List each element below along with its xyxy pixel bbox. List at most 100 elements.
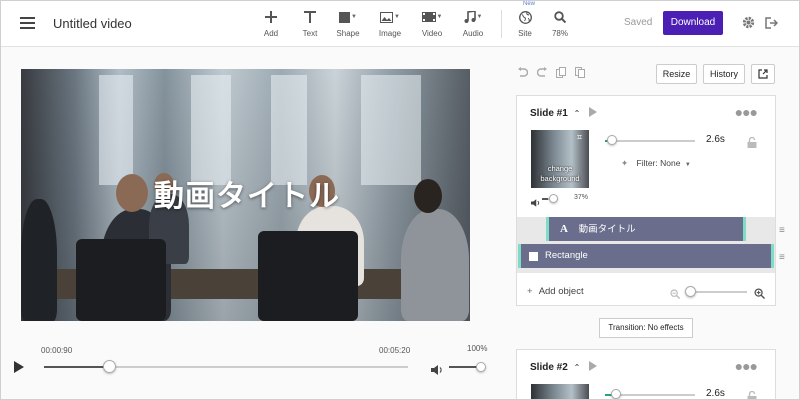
thumb-label-line1: change bbox=[547, 164, 573, 173]
gear-icon[interactable] bbox=[742, 16, 755, 34]
add-object-row: + Add object bbox=[517, 277, 775, 305]
person-figure bbox=[21, 199, 57, 321]
play-slide-icon[interactable] bbox=[589, 361, 598, 371]
office-chair bbox=[76, 239, 166, 321]
more-options-icon[interactable]: ●●● bbox=[735, 104, 758, 120]
slide-card-1[interactable]: Slide #1 ⌃ ●●● ⌗ change background 2.6s … bbox=[516, 95, 776, 306]
zoom-out-icon[interactable] bbox=[670, 286, 681, 304]
video-icon: ▼ bbox=[410, 9, 454, 25]
layer-zoom-handle[interactable] bbox=[685, 286, 696, 297]
slide-title-text: Slide #2 bbox=[530, 362, 568, 373]
slide-duration: 2.6s bbox=[706, 134, 725, 145]
layer-rectangle[interactable]: Rectangle bbox=[518, 244, 774, 268]
zoom-tool[interactable]: 78% bbox=[538, 9, 582, 38]
copy-icon[interactable] bbox=[556, 67, 566, 81]
office-chair bbox=[258, 231, 358, 321]
slide-volume-handle[interactable] bbox=[549, 194, 559, 203]
timeline-scrubber[interactable] bbox=[44, 366, 408, 368]
checkbox-icon[interactable] bbox=[529, 252, 538, 261]
duration-handle[interactable] bbox=[611, 389, 621, 399]
chevron-up-icon[interactable]: ⌃ bbox=[574, 363, 581, 372]
lock-icon[interactable] bbox=[747, 389, 757, 399]
crop-icon[interactable]: ⌗ bbox=[577, 132, 582, 143]
top-toolbar: Untitled video Add Text ▼ Shape ▼ Image … bbox=[1, 1, 799, 47]
history-button[interactable]: History bbox=[703, 64, 745, 84]
video-preview[interactable]: 動画タイトル bbox=[21, 69, 470, 321]
add-tool-label: Add bbox=[263, 29, 279, 38]
play-slide-icon[interactable] bbox=[589, 107, 598, 117]
add-tool[interactable]: Add bbox=[249, 9, 293, 38]
audio-tool[interactable]: ▼ Audio bbox=[451, 9, 495, 38]
layer-label: 動画タイトル bbox=[578, 224, 636, 235]
shape-tool-label: Shape bbox=[336, 29, 360, 38]
slide-volume-fill bbox=[542, 198, 548, 200]
drag-handle-icon[interactable]: ≡ bbox=[779, 252, 785, 263]
resize-button[interactable]: Resize bbox=[656, 64, 697, 84]
person-head bbox=[116, 174, 148, 212]
speaker-icon[interactable] bbox=[431, 362, 443, 380]
layer-accent bbox=[771, 244, 774, 268]
zoom-in-icon[interactable] bbox=[754, 286, 766, 304]
download-button[interactable]: Download bbox=[663, 11, 723, 35]
plus-icon bbox=[249, 9, 293, 25]
slide-volume-percent: 37% bbox=[574, 194, 589, 201]
text-tool-label: Text bbox=[302, 29, 318, 38]
site-tool-label: Site bbox=[518, 29, 532, 38]
exit-icon[interactable] bbox=[765, 16, 779, 34]
slide-card-2[interactable]: Slide #2 ⌃ ●●● 2.6s bbox=[516, 349, 776, 399]
app-window: Untitled video Add Text ▼ Shape ▼ Image … bbox=[0, 0, 800, 400]
duplicate-icon[interactable] bbox=[575, 67, 585, 81]
audio-tool-label: Audio bbox=[462, 29, 484, 38]
chevron-up-icon[interactable]: ⌃ bbox=[574, 109, 581, 118]
undo-icon[interactable] bbox=[517, 67, 529, 81]
person-head bbox=[414, 179, 442, 213]
overlay-title-text[interactable]: 動画タイトル bbox=[154, 171, 340, 215]
more-options-icon[interactable]: ●●● bbox=[735, 358, 758, 374]
music-note-icon: ▼ bbox=[451, 9, 495, 25]
volume-handle[interactable] bbox=[476, 362, 486, 372]
add-object-label: Add object bbox=[538, 286, 584, 297]
speaker-icon[interactable] bbox=[531, 194, 540, 212]
video-tool[interactable]: ▼ Video bbox=[410, 9, 454, 38]
window-pane bbox=[99, 75, 133, 185]
shape-icon: ▼ bbox=[326, 9, 370, 25]
current-time: 00:00:90 bbox=[41, 346, 73, 355]
save-status: Saved bbox=[624, 17, 653, 28]
lock-icon[interactable] bbox=[747, 135, 757, 153]
external-link-button[interactable] bbox=[751, 64, 775, 84]
video-tool-label: Video bbox=[421, 29, 443, 38]
project-title[interactable]: Untitled video bbox=[53, 16, 132, 31]
toolbar-divider bbox=[501, 10, 502, 38]
filter-label: Filter: None bbox=[636, 158, 681, 168]
shape-tool[interactable]: ▼ Shape bbox=[326, 9, 370, 38]
timeline-progress bbox=[44, 366, 110, 368]
layer-zoom-slider[interactable] bbox=[687, 291, 747, 293]
menu-icon[interactable] bbox=[20, 17, 35, 29]
window-pane bbox=[271, 75, 307, 185]
plus-icon: + bbox=[527, 286, 533, 297]
new-badge: New bbox=[523, 1, 536, 7]
slide-duration-slider[interactable] bbox=[605, 140, 695, 142]
text-layer-icon: A bbox=[560, 223, 568, 235]
drag-handle-icon[interactable]: ≡ bbox=[779, 225, 785, 236]
timeline-handle[interactable] bbox=[103, 360, 117, 373]
image-tool[interactable]: ▼ Image bbox=[368, 9, 412, 38]
search-icon bbox=[538, 9, 582, 25]
total-time: 00:05:20 bbox=[379, 346, 411, 355]
duration-handle[interactable] bbox=[607, 135, 618, 145]
slide-title: Slide #1 ⌃ bbox=[530, 107, 598, 119]
slide-thumbnail[interactable] bbox=[531, 384, 589, 399]
slide-duration: 2.6s bbox=[706, 388, 725, 399]
external-link-icon bbox=[758, 69, 768, 81]
layer-text[interactable]: A 動画タイトル bbox=[546, 217, 746, 241]
thumb-label-line2: background bbox=[540, 174, 580, 183]
sparkle-icon: ✦ bbox=[621, 158, 629, 168]
redo-icon[interactable] bbox=[536, 67, 548, 81]
layer-accent bbox=[518, 244, 521, 268]
play-icon[interactable] bbox=[14, 361, 24, 373]
filter-dropdown[interactable]: ✦ Filter: None ▼ bbox=[621, 158, 691, 169]
add-object-button[interactable]: + Add object bbox=[527, 286, 584, 297]
slide-thumbnail[interactable]: ⌗ change background bbox=[531, 130, 589, 188]
transition-button[interactable]: Transition: No effects bbox=[599, 318, 693, 338]
person-figure bbox=[401, 209, 469, 321]
